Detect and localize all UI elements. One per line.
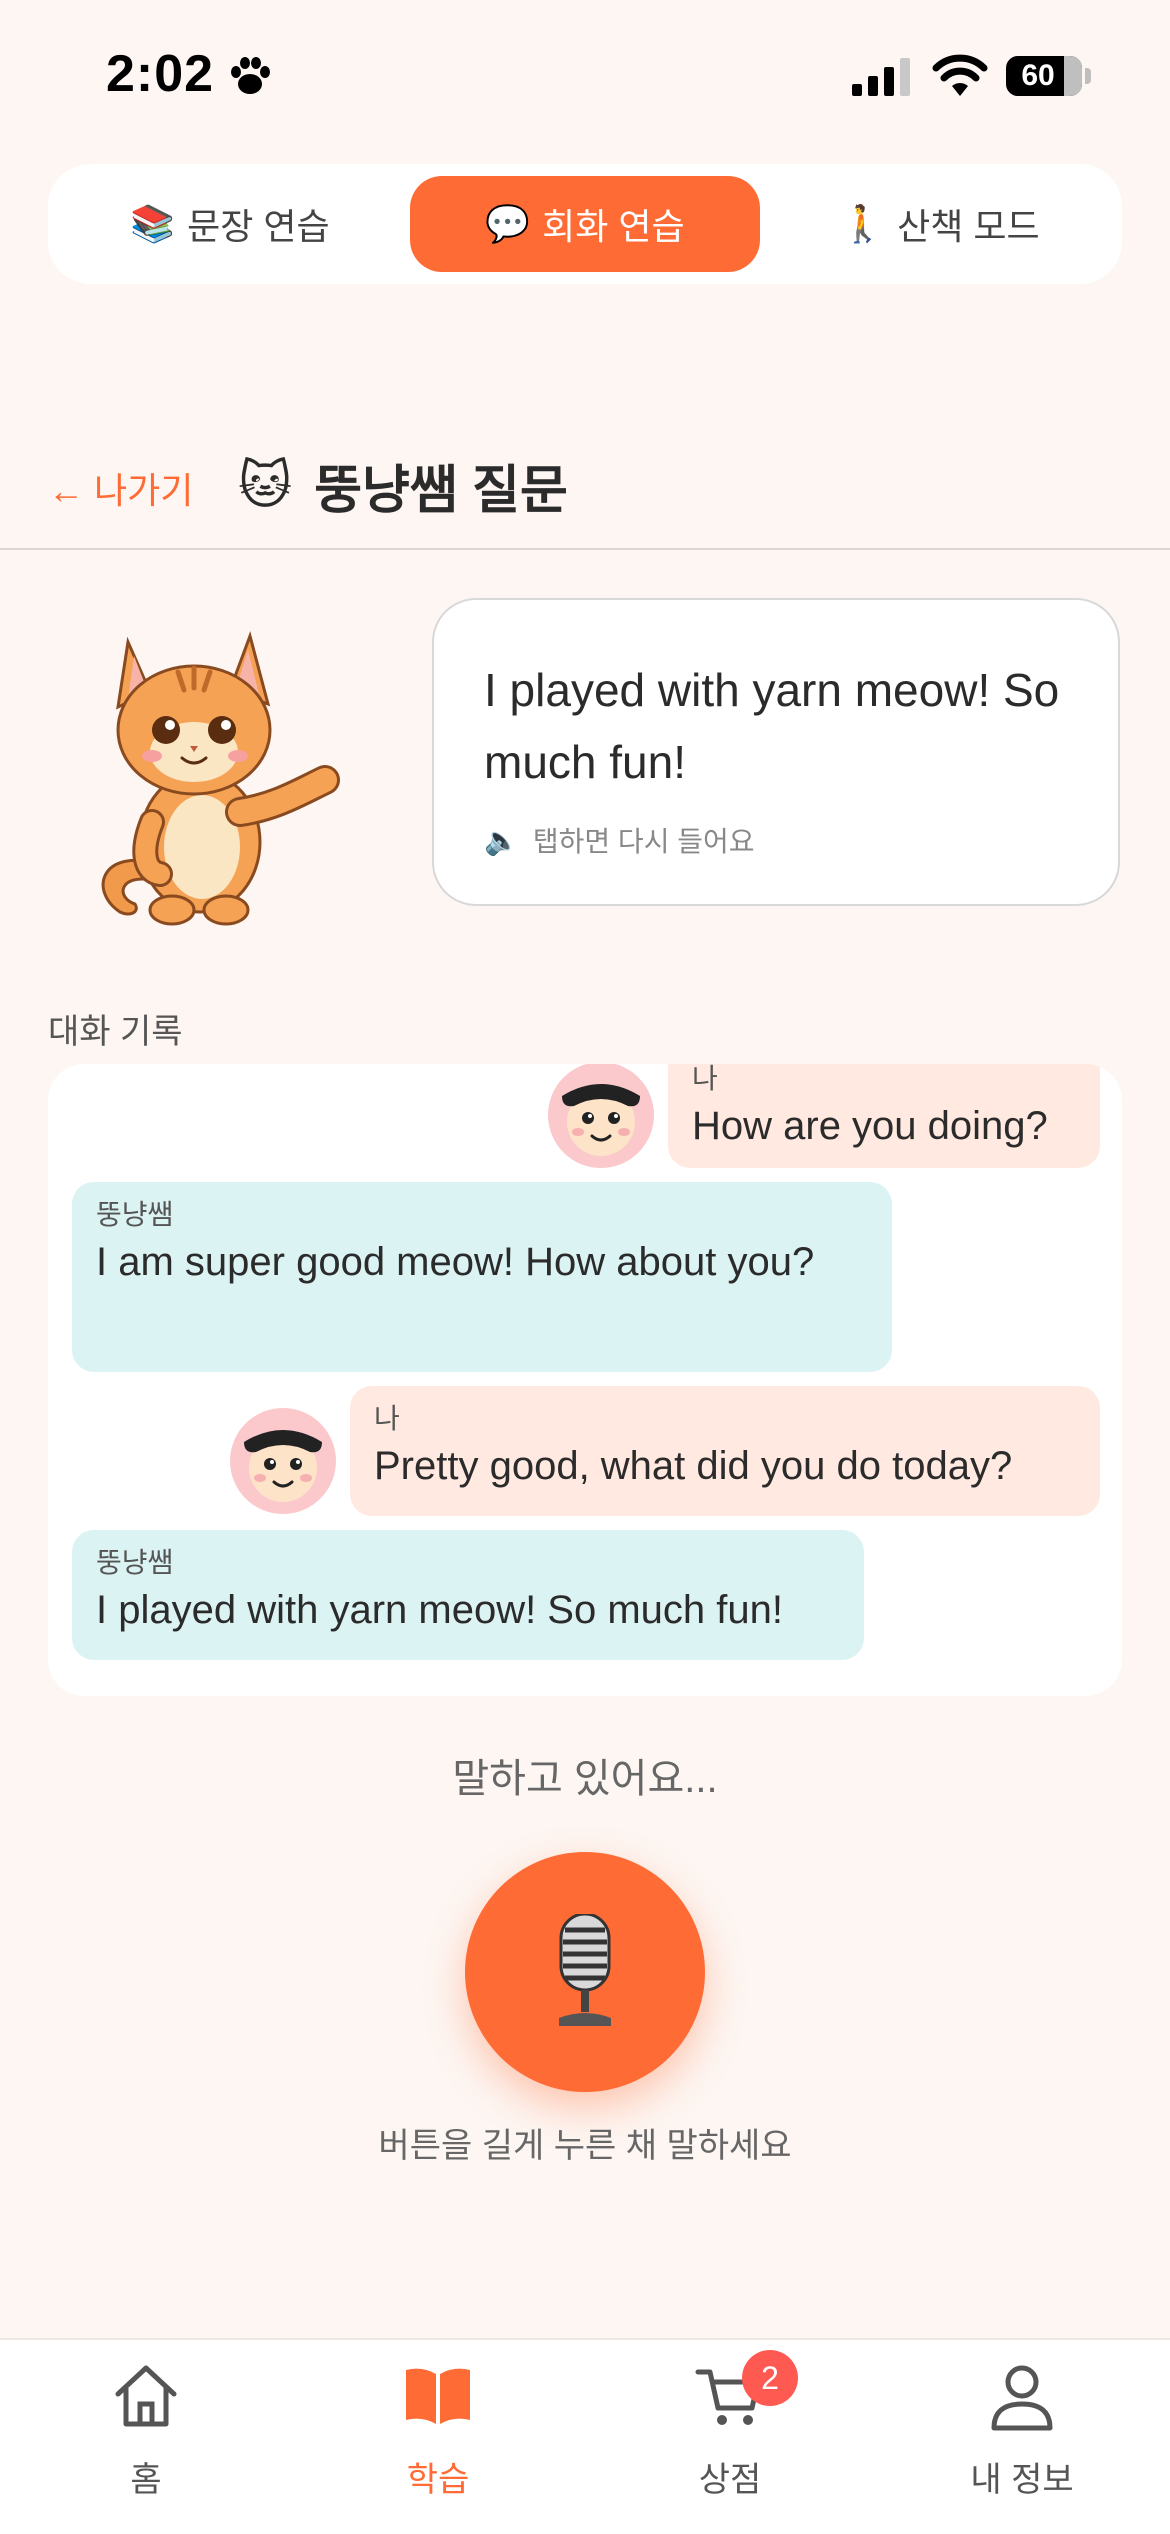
cat-teacher-illustration xyxy=(101,631,340,926)
nav-shop[interactable]: 2 상점 xyxy=(630,2350,830,2520)
nav-home[interactable]: 홈 xyxy=(46,2360,246,2520)
conversation-history[interactable]: 나 How are you doing? 뚱냥쌤 I am super good… xyxy=(48,1064,1122,1696)
history-label: 대화 기록 xyxy=(48,1013,183,1051)
cat-speech-card[interactable]: I played with yarn meow! So much fun! 🔈 … xyxy=(432,598,1120,906)
tab-walk-mode[interactable]: 🚶 산책 모드 xyxy=(770,176,1110,272)
user-avatar xyxy=(548,1064,654,1168)
speech-bubble-icon: 💬 xyxy=(485,203,531,244)
tab-sentence-practice[interactable]: 📚 문장 연습 xyxy=(60,176,400,272)
nav-profile[interactable]: 내 정보 xyxy=(922,2360,1122,2520)
books-icon: 📚 xyxy=(130,203,176,244)
battery-indicator: 60 xyxy=(1006,56,1082,96)
chat-message: Pretty good, what did you do today? xyxy=(374,1444,1013,1488)
cat-face-icon: 🐱 xyxy=(238,456,293,515)
chat-speaker: 뚱냥쌤 xyxy=(96,1547,174,1578)
speech-text: I played with yarn meow! So much fun! xyxy=(484,664,1060,788)
battery-nub xyxy=(1085,68,1091,84)
battery-level: 60 xyxy=(1021,59,1055,92)
speaker-icon: 🔈 xyxy=(484,824,519,856)
user-icon xyxy=(991,2365,1053,2431)
mic-hint: 버튼을 길게 누른 채 말하세요 xyxy=(378,2127,792,2165)
tab-label: 산책 모드 xyxy=(897,206,1040,247)
status-bar: 2:02 60 xyxy=(0,0,1170,150)
exit-button[interactable]: ← 나가기 xyxy=(48,462,193,514)
walking-icon: 🚶 xyxy=(840,203,886,244)
chat-message: I played with yarn meow! So much fun! xyxy=(96,1588,783,1632)
user-avatar xyxy=(230,1408,336,1514)
signal-icon xyxy=(852,58,910,96)
status-time: 2:02 xyxy=(106,45,215,103)
book-icon xyxy=(406,2368,470,2424)
page-title-group: 🐱 뚱냥쌤 질문 xyxy=(238,448,568,523)
bottom-nav: 홈 학습 2 상점 내 정보 xyxy=(0,2338,1170,2534)
chat-speaker: 나 xyxy=(374,1403,400,1434)
wifi-icon xyxy=(932,54,988,96)
replay-hint: 탭하면 다시 들어요 xyxy=(532,826,755,857)
nav-label: 홈 xyxy=(130,2461,162,2499)
chat-message: How are you doing? xyxy=(692,1104,1048,1148)
chat-speaker: 뚱냥쌤 xyxy=(96,1199,174,1230)
tab-label: 문장 연습 xyxy=(187,206,330,247)
chat-speaker: 나 xyxy=(692,1064,718,1094)
nav-label: 상점 xyxy=(698,2461,762,2499)
nav-study[interactable]: 학습 xyxy=(338,2360,538,2520)
chat-bubble-cat: 뚱냥쌤 I am super good meow! How about you? xyxy=(72,1182,892,1372)
tab-conversation-practice[interactable]: 💬 회화 연습 xyxy=(410,176,760,272)
page-title: 뚱냥쌤 질문 xyxy=(314,462,568,520)
nav-label: 내 정보 xyxy=(970,2461,1074,2499)
page-header: ← 나가기 🐱 뚱냥쌤 질문 xyxy=(0,430,1170,550)
paw-icon xyxy=(231,57,270,94)
chat-bubble-user: 나 How are you doing? xyxy=(668,1064,1100,1168)
chat-bubble-cat: 뚱냥쌤 I played with yarn meow! So much fun… xyxy=(72,1530,864,1660)
tab-label: 회화 연습 xyxy=(542,206,685,247)
microphone-icon xyxy=(559,1914,611,2026)
record-button[interactable] xyxy=(465,1852,705,2092)
speaking-status: 말하고 있어요... xyxy=(452,1757,718,1801)
chat-bubble-user: 나 Pretty good, what did you do today? xyxy=(350,1386,1100,1516)
chat-message: I am super good meow! How about you? xyxy=(96,1240,815,1284)
nav-label: 학습 xyxy=(406,2461,470,2499)
home-icon xyxy=(115,2365,177,2427)
replay-hint-row[interactable]: 🔈 탭하면 다시 들어요 xyxy=(484,820,755,860)
cart-badge: 2 xyxy=(742,2350,798,2406)
mode-tabs: 📚 문장 연습 💬 회화 연습 🚶 산책 모드 xyxy=(48,164,1122,284)
